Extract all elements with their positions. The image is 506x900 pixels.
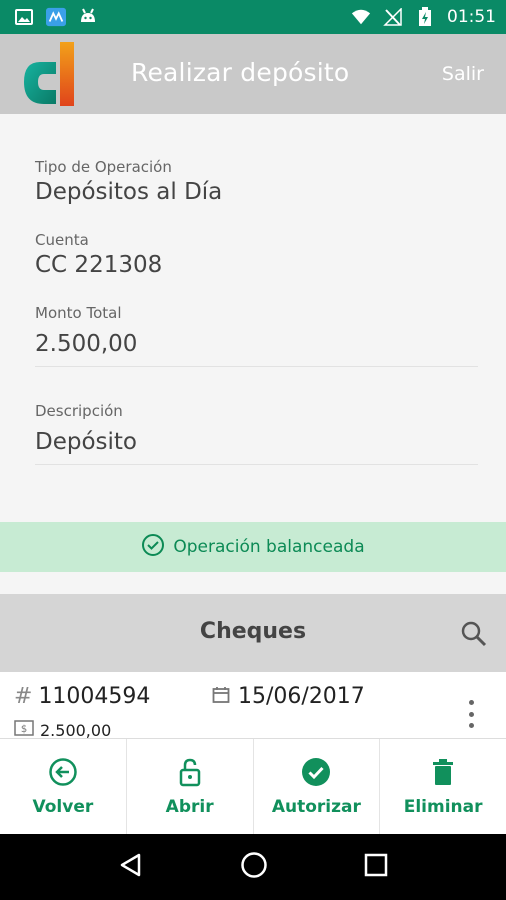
description-underline [35, 464, 478, 465]
list-item[interactable]: # 11004594 15/06/2017 $ 2.500,00 [0, 672, 506, 738]
nav-back-icon[interactable] [118, 852, 144, 882]
cheques-header: Cheques [0, 594, 506, 672]
wifi-icon [351, 8, 371, 26]
balance-text: Operación balanceada [173, 537, 365, 557]
action-bar: Volver Abrir Autorizar Eliminar [0, 738, 506, 834]
cheque-date: 15/06/2017 [212, 684, 365, 709]
hash-icon: # [14, 684, 33, 709]
nav-recents-icon[interactable] [364, 853, 388, 881]
back-circle-icon [48, 757, 78, 791]
cheque-date-value: 15/06/2017 [238, 684, 365, 709]
operation-type-value: Depósitos al Día [35, 179, 223, 205]
nav-home-icon[interactable] [240, 851, 268, 883]
app-bar: Realizar depósito Salir [0, 34, 506, 114]
total-amount-input[interactable]: 2.500,00 [35, 331, 137, 357]
app-logo [22, 40, 78, 108]
operation-type-label: Tipo de Operación [35, 158, 172, 176]
description-label: Descripción [35, 402, 123, 420]
system-nav-bar [0, 834, 506, 900]
balance-status: Operación balanceada [0, 522, 506, 572]
cheques-title: Cheques [199, 619, 307, 644]
cheque-number-value: 11004594 [38, 684, 151, 709]
app-icon [46, 7, 66, 27]
delete-button[interactable]: Eliminar [380, 739, 506, 834]
image-icon [14, 8, 34, 26]
account-label: Cuenta [35, 231, 89, 249]
cheque-amount: $ 2.500,00 [14, 720, 111, 738]
unlock-icon [175, 757, 205, 791]
description-input[interactable]: Depósito [35, 429, 137, 455]
open-button[interactable]: Abrir [127, 739, 254, 834]
back-button-label: Volver [32, 796, 94, 817]
battery-charging-icon [415, 7, 435, 26]
authorize-button[interactable]: Autorizar [254, 739, 381, 834]
delete-button-label: Eliminar [403, 796, 483, 817]
account-field: Cuenta CC 221308 [35, 231, 162, 278]
more-options-icon[interactable] [466, 700, 476, 728]
no-signal-icon [383, 8, 403, 26]
status-bar: 01:51 [0, 0, 506, 34]
total-amount-underline [35, 366, 478, 367]
deposit-form: Tipo de Operación Depósitos al Día Cuent… [0, 114, 506, 522]
operation-type-field: Tipo de Operación Depósitos al Día [35, 158, 222, 205]
exit-button[interactable]: Salir [442, 63, 484, 85]
money-icon: $ [14, 720, 34, 738]
account-value: CC 221308 [35, 252, 163, 278]
android-icon [78, 8, 98, 26]
svg-text:$: $ [21, 724, 27, 735]
status-time: 01:51 [447, 7, 496, 27]
trash-icon [428, 757, 458, 791]
total-amount-label: Monto Total [35, 304, 122, 322]
separator [0, 572, 506, 594]
check-circle-icon [301, 757, 331, 791]
authorize-button-label: Autorizar [271, 796, 361, 817]
calendar-icon [212, 686, 230, 708]
search-icon[interactable] [460, 620, 488, 648]
cheque-amount-value: 2.500,00 [40, 720, 112, 739]
description-field[interactable]: Descripción Depósito [35, 402, 137, 455]
page-title: Realizar depósito [131, 58, 350, 87]
total-amount-field[interactable]: Monto Total 2.500,00 [35, 304, 137, 357]
open-button-label: Abrir [165, 796, 214, 817]
check-circle-icon [141, 533, 165, 561]
cheque-number: # 11004594 [14, 684, 150, 709]
back-button[interactable]: Volver [0, 739, 127, 834]
